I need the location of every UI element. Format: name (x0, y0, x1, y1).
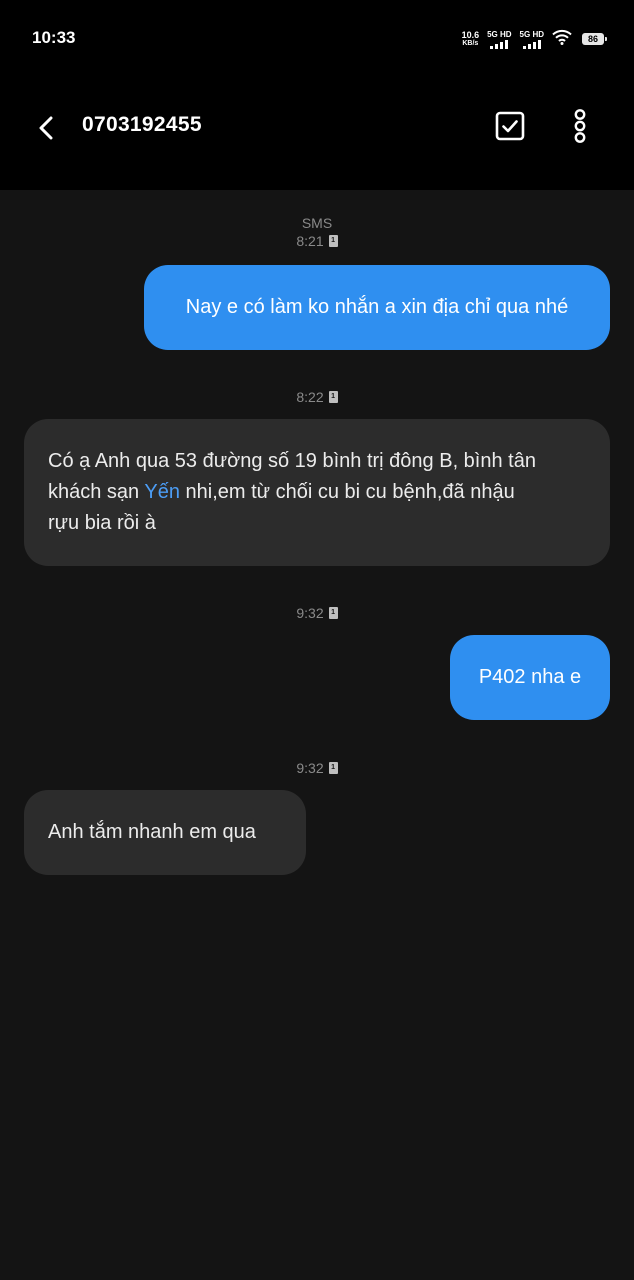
sms-label: SMS (301, 215, 333, 231)
message-time: 9:32 (296, 605, 324, 621)
sim1-label: 5G HD (487, 29, 512, 39)
sent-message-bubble[interactable]: Nay e có làm ko nhắn a xin địa chỉ qua n… (144, 265, 610, 350)
net-speed: 10.6 KB/s (461, 29, 480, 48)
sent-message-bubble[interactable]: P402 nha e (450, 635, 610, 720)
received-message-bubble[interactable]: Anh tắm nhanh em qua (24, 790, 306, 875)
back-button[interactable] (26, 108, 66, 148)
message-time: 8:22 (296, 389, 324, 405)
sim2-label: 5G HD (519, 29, 544, 39)
more-vertical-icon (574, 109, 586, 143)
select-messages-button[interactable] (489, 105, 531, 147)
message-text-line: rựu bia rồi à (48, 512, 156, 534)
message-timestamp: SMS 8:21 1 (0, 214, 634, 250)
message-list[interactable]: SMS 8:21 1 Nay e có làm ko nhắn a xin đị… (0, 190, 634, 1280)
sim2-signal: 5G HD (520, 30, 544, 49)
battery-icon: 86 (582, 33, 607, 45)
chevron-left-icon (39, 116, 53, 140)
sim1-signal: 5G HD (487, 29, 512, 49)
highlighted-link[interactable]: Yến (144, 481, 180, 503)
more-options-button[interactable] (560, 105, 600, 147)
message-text-line: Có ạ Anh qua 53 đường số 19 bình trị đôn… (48, 450, 536, 472)
net-speed-unit: KB/s (462, 39, 479, 47)
sim-card-icon: 1 (328, 607, 338, 619)
message-timestamp: 8:22 1 (0, 388, 634, 406)
conversation-header: 0703192455 (0, 80, 634, 190)
message-text-line: khách sạn Yến nhi,em từ chối cu bi cu bệ… (48, 477, 586, 508)
sim-card-icon: 1 (328, 235, 338, 247)
wifi-icon (552, 29, 572, 50)
message-text: P402 nha e (478, 666, 582, 688)
message-text: nhi,em từ chối cu bi cu bệnh,đã nhậu (179, 481, 515, 503)
signal-bars-icon (490, 39, 509, 49)
message-text: Nay e có làm ko nhắn a xin địa chỉ qua n… (185, 296, 569, 318)
net-speed-value: 10.6 (461, 29, 480, 40)
message-time: 9:32 (296, 760, 324, 776)
sim-card-icon: 1 (328, 762, 338, 774)
message-text: khách sạn (48, 481, 145, 503)
received-message-bubble[interactable]: Có ạ Anh qua 53 đường số 19 bình trị đôn… (24, 419, 610, 566)
contact-name[interactable]: 0703192455 (82, 113, 202, 137)
message-time: 8:21 (296, 233, 324, 249)
checkbox-icon (495, 111, 525, 141)
status-time: 10:33 (32, 28, 76, 47)
message-timestamp: 9:32 1 (0, 759, 634, 777)
signal-bars-icon (522, 39, 541, 49)
message-timestamp: 9:32 1 (0, 604, 634, 622)
sim-card-icon: 1 (328, 391, 338, 403)
status-bar: 10:33 10.6 KB/s 5G HD 5G HD 86 (0, 0, 634, 80)
status-icons: 10.6 KB/s 5G HD 5G HD 86 (461, 28, 607, 50)
message-text: Anh tắm nhanh em qua (48, 821, 256, 843)
